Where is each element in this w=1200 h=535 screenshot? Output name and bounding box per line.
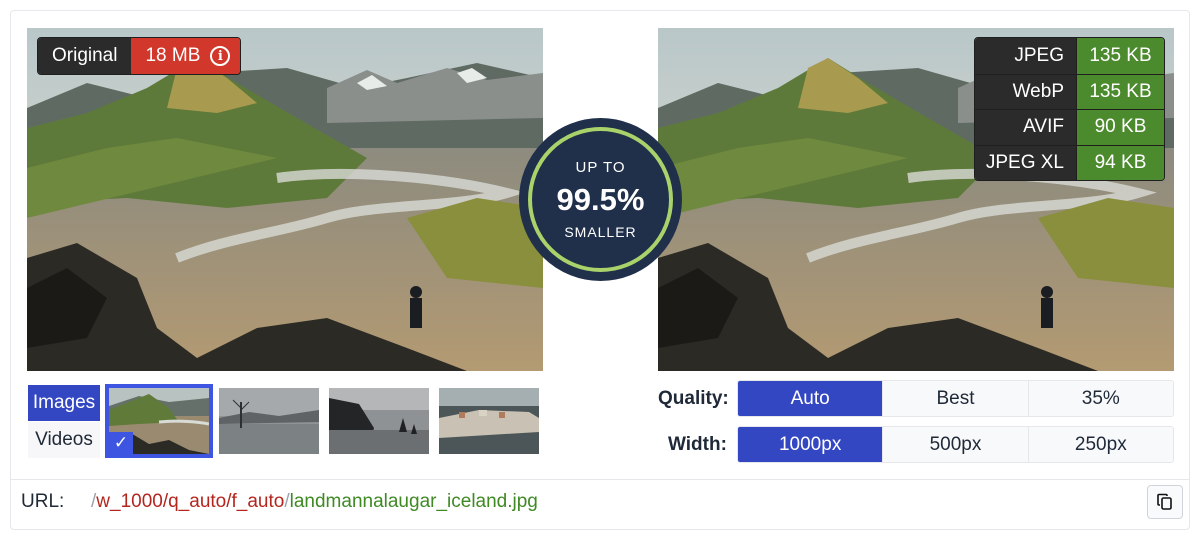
- format-row-jpeg-xl: JPEG XL 94 KB: [975, 144, 1164, 180]
- savings-up-to: UP TO: [575, 159, 626, 176]
- format-size: 90 KB: [1076, 110, 1164, 145]
- thumbnail-cliffs[interactable]: [329, 388, 429, 454]
- format-row-avif: AVIF 90 KB: [975, 109, 1164, 145]
- original-label: Original: [38, 38, 132, 74]
- format-row-webp: WebP 135 KB: [975, 73, 1164, 109]
- info-icon[interactable]: i: [210, 46, 231, 66]
- format-row-jpeg: JPEG 135 KB: [975, 38, 1164, 74]
- original-size-badge: Original 18 MB i: [37, 37, 242, 75]
- original-image: [27, 28, 543, 371]
- url-transform: w_1000/q_auto/f_auto: [96, 490, 285, 512]
- url-label: URL:: [21, 490, 65, 512]
- tab-videos[interactable]: Videos: [28, 422, 100, 458]
- url-filename: landmannalaugar_iceland.jpg: [289, 490, 538, 512]
- url-bar: URL: /w_1000/q_auto/f_auto/landmannalaug…: [11, 479, 1189, 523]
- format-name: JPEG: [975, 38, 1076, 74]
- width-option-250[interactable]: 250px: [1027, 427, 1173, 462]
- width-selector: 1000px 500px 250px: [737, 426, 1174, 463]
- tab-images[interactable]: Images: [28, 385, 100, 421]
- thumbnail-coastal-town[interactable]: [439, 388, 539, 454]
- format-name: AVIF: [975, 110, 1076, 145]
- original-size-value: 18 MB: [145, 45, 201, 66]
- thumbnail-landmannalaugar[interactable]: ✓: [105, 384, 213, 458]
- format-name: WebP: [975, 74, 1076, 109]
- savings-circle: UP TO 99.5% SMALLER: [519, 118, 682, 281]
- quality-option-best[interactable]: Best: [882, 381, 1028, 416]
- width-option-1000[interactable]: 1000px: [738, 427, 883, 462]
- format-size: 135 KB: [1076, 38, 1164, 74]
- format-size: 135 KB: [1076, 74, 1164, 109]
- savings-percent: 99.5%: [556, 182, 645, 217]
- format-sizes-table: JPEG 135 KB WebP 135 KB AVIF 90 KB JPEG …: [974, 37, 1165, 181]
- quality-selector: Auto Best 35%: [737, 380, 1174, 417]
- quality-option-auto[interactable]: Auto: [738, 381, 883, 416]
- savings-smaller: SMALLER: [564, 224, 637, 240]
- original-size: 18 MB i: [131, 38, 241, 74]
- format-name: JPEG XL: [975, 145, 1076, 180]
- savings-ring: UP TO 99.5% SMALLER: [528, 127, 673, 272]
- format-size: 94 KB: [1076, 145, 1164, 180]
- url-value[interactable]: /w_1000/q_auto/f_auto/landmannalaugar_ic…: [91, 491, 538, 513]
- width-label: Width:: [668, 434, 727, 455]
- thumbnail-lake-tree[interactable]: [219, 388, 319, 454]
- width-option-500[interactable]: 500px: [882, 427, 1028, 462]
- quality-option-35[interactable]: 35%: [1027, 381, 1173, 416]
- selected-check-icon: ✓: [109, 432, 133, 454]
- quality-label: Quality:: [658, 388, 729, 409]
- copy-icon: [1157, 493, 1172, 510]
- copy-button[interactable]: [1147, 485, 1183, 519]
